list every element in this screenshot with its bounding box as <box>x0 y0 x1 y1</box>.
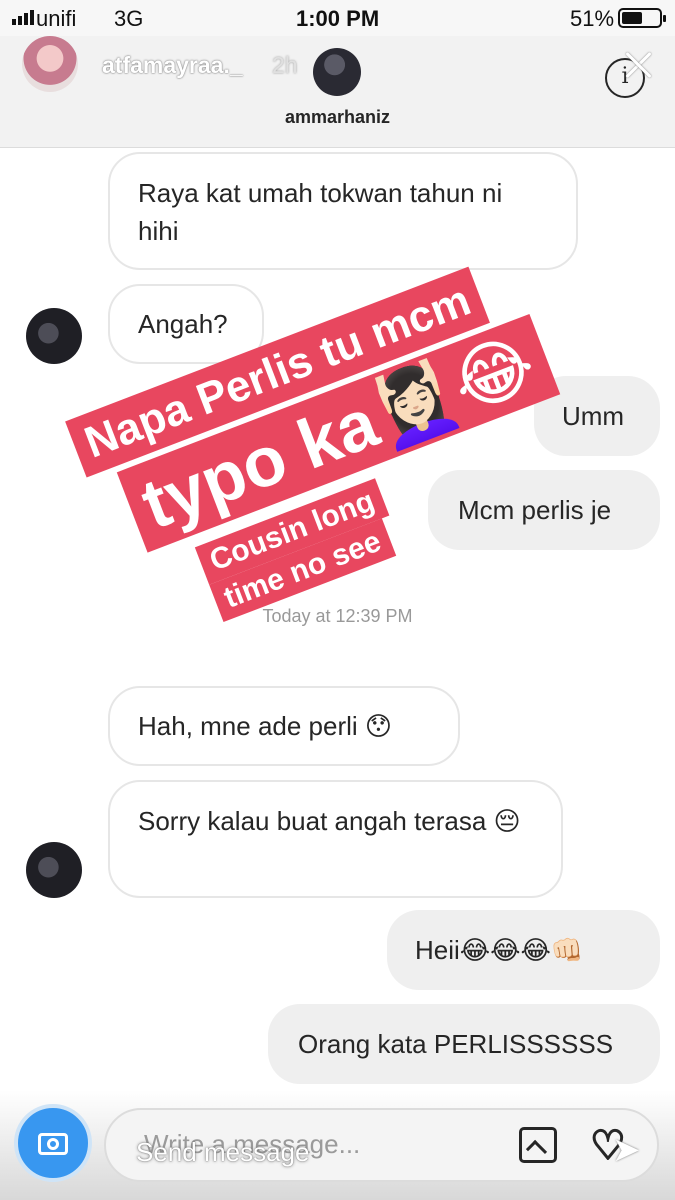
carrier-label: unifi <box>36 6 77 31</box>
battery-percent: 51% <box>570 6 615 31</box>
network-label: 3G <box>114 6 144 31</box>
send-message-label[interactable]: Send message <box>136 1137 309 1168</box>
message-sender-avatar[interactable] <box>26 842 82 898</box>
message-bubble-outgoing[interactable]: Mcm perlis je <box>428 470 660 550</box>
message-bubble-incoming[interactable]: Raya kat umah tokwan tahun ni hihi <box>108 152 578 270</box>
story-age: 2h <box>272 52 298 78</box>
story-poster-username[interactable]: atfamayraa._ <box>102 52 243 79</box>
message-bubble-incoming[interactable]: Sorry kalau buat angah terasa 😔 <box>108 780 563 898</box>
message-bubble-outgoing[interactable]: Heii😂😂😂👊🏻 <box>387 910 660 990</box>
message-bubble-incoming[interactable]: Hah, mne ade perli 😯 <box>108 686 460 766</box>
message-bubble-incoming[interactable]: Angah? <box>108 284 264 364</box>
story-header: atfamayraa._ 2h ammarhaniz i <box>0 36 675 148</box>
message-timestamp: Today at 12:39 PM <box>262 606 413 626</box>
message-bubble-outgoing[interactable]: Orang kata PERLISSSSSS <box>268 1004 660 1084</box>
battery-icon <box>618 8 666 28</box>
gallery-icon[interactable] <box>519 1127 557 1163</box>
message-sender-avatar[interactable] <box>26 308 82 364</box>
status-bar: unifi 3G 1:00 PM 51% <box>0 0 675 36</box>
thread-username[interactable]: ammarhaniz <box>0 107 675 128</box>
signal-icon <box>12 10 34 25</box>
story-poster-avatar[interactable] <box>22 36 78 92</box>
camera-icon[interactable] <box>14 1104 92 1182</box>
close-icon[interactable] <box>622 48 656 82</box>
share-icon[interactable]: ➤ <box>612 1130 641 1170</box>
status-time: 1:00 PM <box>296 6 380 31</box>
thread-avatar[interactable] <box>313 48 361 96</box>
